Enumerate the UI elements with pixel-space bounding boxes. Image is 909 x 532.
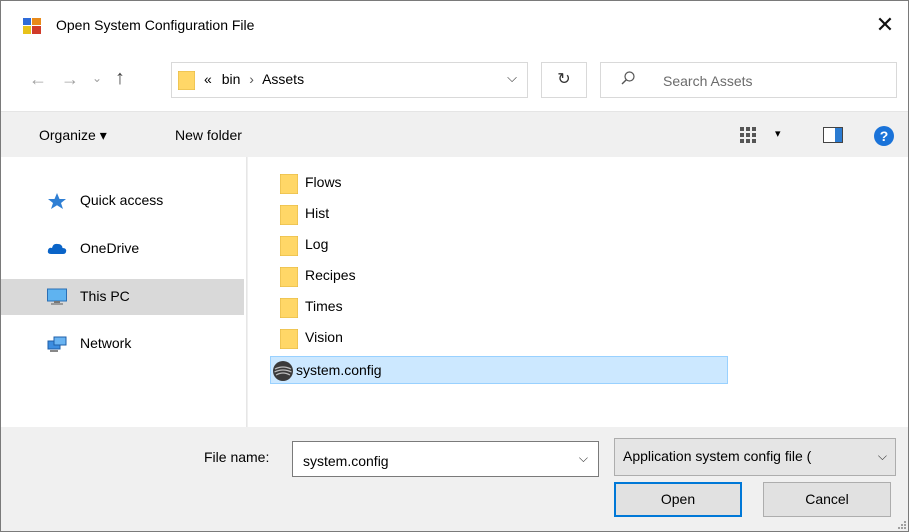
open-button[interactable]: Open bbox=[614, 482, 742, 517]
star-pin-icon bbox=[48, 193, 66, 209]
cloud-icon bbox=[47, 243, 67, 254]
sidebar-item-quick-access[interactable]: Quick access bbox=[1, 183, 244, 219]
recent-locations-button[interactable]: ⌄ bbox=[92, 71, 102, 85]
list-item[interactable]: Flows bbox=[270, 169, 728, 197]
computer-icon bbox=[47, 288, 67, 305]
breadcrumb-assets[interactable]: Assets bbox=[262, 71, 304, 87]
search-box[interactable] bbox=[600, 62, 897, 98]
list-item[interactable]: Hist bbox=[270, 200, 728, 228]
file-name: Flows bbox=[305, 174, 342, 190]
close-icon: ✕ bbox=[875, 12, 895, 37]
help-icon: ? bbox=[879, 128, 889, 144]
config-file-icon bbox=[273, 361, 293, 381]
organize-menu[interactable]: Organize ▾ bbox=[39, 127, 107, 144]
chevron-down-icon[interactable]: ⌵ bbox=[878, 449, 887, 464]
file-name: Hist bbox=[305, 205, 330, 221]
breadcrumb-separator-icon[interactable]: › bbox=[249, 71, 254, 87]
chevron-down-icon[interactable]: ⌵ bbox=[579, 451, 588, 466]
file-type-filter-value: Application system config file ( bbox=[623, 448, 812, 464]
address-row: ← → ⌄ ↑ « bin › Assets ⌵ ↻ bbox=[1, 49, 908, 111]
sidebar-item-network[interactable]: Network bbox=[1, 326, 244, 362]
list-item[interactable]: Log bbox=[270, 231, 728, 259]
view-grid-icon[interactable] bbox=[739, 126, 757, 144]
refresh-icon: ↻ bbox=[557, 71, 571, 88]
search-input[interactable] bbox=[661, 70, 885, 92]
address-bar[interactable]: « bin › Assets ⌵ bbox=[171, 62, 528, 98]
open-file-dialog: Open System Configuration File ✕ ← → ⌄ ↑… bbox=[0, 0, 909, 532]
network-icon bbox=[47, 336, 67, 352]
file-type-filter[interactable]: Application system config file ( ⌵ bbox=[614, 438, 896, 476]
cancel-button[interactable]: Cancel bbox=[763, 482, 891, 517]
view-options-dropdown[interactable]: ▾ bbox=[775, 127, 781, 140]
window-title: Open System Configuration File bbox=[56, 17, 255, 33]
list-item-selected[interactable]: system.config bbox=[270, 356, 728, 384]
refresh-button[interactable]: ↻ bbox=[541, 62, 587, 98]
file-name: Vision bbox=[305, 329, 343, 345]
file-name-label: File name: bbox=[204, 449, 270, 465]
folder-icon bbox=[178, 71, 195, 90]
preview-pane-icon[interactable] bbox=[823, 127, 843, 143]
navigation-pane: Quick access OneDrive This PC Network bbox=[1, 157, 247, 427]
list-item[interactable]: Times bbox=[270, 293, 728, 321]
back-button[interactable]: ← bbox=[29, 69, 47, 90]
command-bar: Organize ▾ New folder ▾ ? bbox=[1, 111, 908, 158]
help-button[interactable]: ? bbox=[874, 126, 894, 146]
folder-icon bbox=[280, 329, 298, 349]
folder-icon bbox=[280, 205, 298, 225]
folder-icon bbox=[280, 174, 298, 194]
file-name: Recipes bbox=[305, 267, 356, 283]
sidebar-item-onedrive[interactable]: OneDrive bbox=[1, 231, 244, 267]
app-icon bbox=[23, 18, 41, 34]
sidebar-item-label: Network bbox=[80, 335, 132, 351]
file-name-input[interactable] bbox=[301, 450, 565, 472]
breadcrumb: « bin › Assets bbox=[204, 71, 304, 87]
folder-icon bbox=[280, 298, 298, 318]
up-button[interactable]: ↑ bbox=[115, 67, 125, 90]
resize-grip-icon[interactable] bbox=[896, 519, 906, 529]
sidebar-item-label: OneDrive bbox=[80, 240, 140, 256]
new-folder-button[interactable]: New folder bbox=[175, 127, 242, 143]
file-name: system.config bbox=[296, 362, 382, 378]
forward-button[interactable]: → bbox=[61, 69, 79, 90]
file-list: Flows Hist Log Recipes Times Vision syst… bbox=[248, 157, 908, 427]
sidebar-item-this-pc[interactable]: This PC bbox=[1, 279, 244, 315]
file-name: Times bbox=[305, 298, 343, 314]
sidebar-item-label: Quick access bbox=[80, 192, 164, 208]
title-bar: Open System Configuration File ✕ bbox=[1, 1, 908, 49]
close-button[interactable]: ✕ bbox=[862, 1, 908, 49]
chevron-down-icon[interactable]: ⌵ bbox=[507, 70, 517, 86]
folder-icon bbox=[280, 267, 298, 287]
list-item[interactable]: Vision bbox=[270, 324, 728, 352]
search-icon bbox=[621, 71, 635, 85]
breadcrumb-bin[interactable]: bin bbox=[222, 71, 241, 87]
file-name-combobox[interactable]: ⌵ bbox=[292, 441, 599, 477]
folder-icon bbox=[280, 236, 298, 256]
file-name: Log bbox=[305, 236, 329, 252]
bottom-panel: File name: ⌵ Application system config f… bbox=[1, 427, 908, 531]
breadcrumb-overflow[interactable]: « bbox=[204, 71, 212, 87]
sidebar-item-label: This PC bbox=[80, 288, 130, 304]
list-item[interactable]: Recipes bbox=[270, 262, 728, 290]
